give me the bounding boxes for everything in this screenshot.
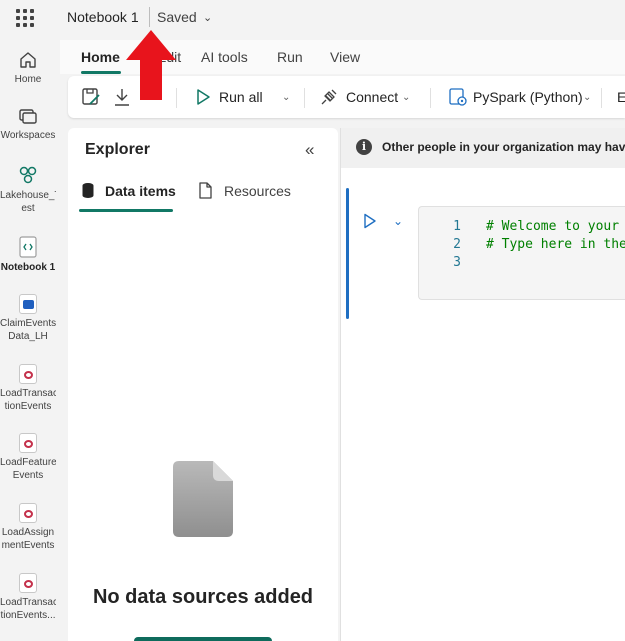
notebook-pink-icon <box>19 503 37 523</box>
rail-label: LoadAssign <box>1 527 55 538</box>
chevron-down-icon[interactable]: ⌄ <box>282 92 290 103</box>
code-cell[interactable]: 1 # Welcome to your n 2 # Type here in t… <box>418 206 625 300</box>
home-icon <box>20 52 36 68</box>
add-data-items-button[interactable] <box>134 637 272 641</box>
active-tab-indicator <box>81 71 121 74</box>
notebook-icon <box>19 236 37 258</box>
rail-item-loadfeatureevents[interactable]: LoadFeature Events <box>0 433 56 482</box>
rail-item-home[interactable]: Home <box>0 50 56 86</box>
save-status[interactable]: Saved <box>157 9 197 25</box>
toolbar-divider <box>601 88 602 108</box>
active-tab-indicator <box>79 209 173 212</box>
toolbar-overflow-item[interactable]: E <box>617 89 625 105</box>
tab-view[interactable]: View <box>330 49 360 65</box>
title-divider <box>149 7 150 27</box>
rail-label: est <box>21 203 35 214</box>
line-number: 1 <box>453 219 461 234</box>
toolbar-divider <box>304 88 305 108</box>
empty-state-message: No data sources added <box>92 586 314 608</box>
waffle-grid-icon[interactable] <box>16 9 34 27</box>
rail-label: Home <box>14 74 42 85</box>
rail-label: ClaimEvents <box>0 318 56 329</box>
notebook-editor: i Other people in your organization may … <box>340 128 625 641</box>
connect-plug-icon[interactable] <box>319 87 339 107</box>
tab-data-items[interactable]: Data items <box>105 183 176 199</box>
empty-document-icon <box>173 461 233 537</box>
lakehouse-file-icon <box>19 294 37 314</box>
rail-item-claimeventsdata-lh[interactable]: ClaimEvents Data_LH <box>0 294 56 343</box>
rail-label: LoadTransac <box>0 388 56 399</box>
tab-ai-tools[interactable]: AI tools <box>201 49 248 65</box>
rail-label: mentEvents <box>1 540 55 551</box>
info-banner: i Other people in your organization may … <box>341 128 625 168</box>
chevron-down-icon[interactable]: ⌄ <box>402 92 410 103</box>
rail-label: Data_LH <box>8 331 48 342</box>
rail-item-loadassignmentevents[interactable]: LoadAssign mentEvents <box>0 503 56 552</box>
save-notebook-icon[interactable] <box>81 87 101 107</box>
notebook-pink-icon <box>19 433 37 453</box>
rail-label: Events <box>12 470 44 481</box>
spark-language-icon <box>449 88 467 106</box>
toolbar-divider <box>176 88 177 108</box>
rail-label: Notebook 1 <box>0 262 56 273</box>
fabric-notebook-window: Notebook 1 Saved ⌄ Home Workspaces Lakeh… <box>0 0 625 641</box>
annotation-arrow-up-icon <box>126 30 176 100</box>
notebook-pink-icon <box>19 573 37 593</box>
lakehouse-icon <box>19 166 37 184</box>
info-icon: i <box>356 139 372 155</box>
code-text: # Type here in the <box>486 237 625 252</box>
rail-item-workspaces[interactable]: Workspaces <box>0 106 56 142</box>
line-number: 3 <box>453 255 461 270</box>
active-cell-indicator <box>346 188 349 319</box>
line-number: 2 <box>453 237 461 252</box>
language-selector[interactable]: PySpark (Python) <box>473 89 583 105</box>
info-banner-text: Other people in your organization may ha… <box>382 140 625 154</box>
rail-item-loadtransactionevents-2[interactable]: LoadTransac tionEvents... <box>0 573 56 622</box>
chevron-down-icon[interactable]: ⌄ <box>203 11 212 24</box>
toolbar-divider <box>430 88 431 108</box>
top-bar: Notebook 1 Saved ⌄ <box>0 0 625 36</box>
workspaces-icon <box>19 109 37 124</box>
chevron-down-icon[interactable]: ⌄ <box>583 92 591 103</box>
rail-label: tionEvents... <box>0 610 56 621</box>
rail-label: LoadTransac <box>0 597 56 608</box>
rail-label: Lakehouse_T <box>0 190 56 201</box>
run-cell-icon[interactable] <box>363 213 377 229</box>
rail-item-lakehouse-test[interactable]: Lakehouse_T est <box>0 164 56 215</box>
left-nav-rail: Home Workspaces Lakehouse_T est Notebook… <box>0 36 56 641</box>
connect-button[interactable]: Connect <box>346 89 398 105</box>
tab-home[interactable]: Home <box>81 49 120 65</box>
rail-item-loadtransactionevents[interactable]: LoadTransac tionEvents <box>0 364 56 413</box>
notebook-pink-icon <box>19 364 37 384</box>
resources-file-icon <box>199 182 212 199</box>
rail-label: Workspaces <box>0 130 56 141</box>
database-icon <box>82 183 94 198</box>
notebook-title[interactable]: Notebook 1 <box>67 9 139 25</box>
explorer-panel: Explorer « Data items Resources No data … <box>68 128 338 641</box>
run-all-icon[interactable] <box>195 88 211 106</box>
chevron-down-icon[interactable]: ⌄ <box>393 214 403 228</box>
code-text: # Welcome to your n <box>486 219 625 234</box>
rail-item-notebook-1[interactable]: Notebook 1 <box>0 236 56 274</box>
rail-label: LoadFeature <box>0 457 56 468</box>
run-all-button[interactable]: Run all <box>219 89 263 105</box>
collapse-panel-icon[interactable]: « <box>305 140 314 160</box>
tab-run[interactable]: Run <box>277 49 303 65</box>
tab-resources[interactable]: Resources <box>224 183 291 199</box>
rail-label: tionEvents <box>4 401 52 412</box>
explorer-title: Explorer <box>85 141 150 158</box>
